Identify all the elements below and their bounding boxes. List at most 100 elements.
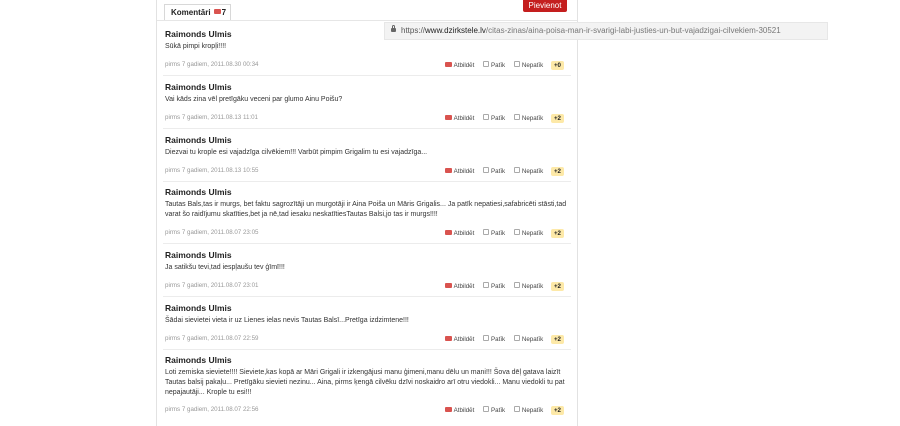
dislike-button[interactable]: Nepatīk xyxy=(513,335,544,343)
comment-actions: Atbildēt Patīk Nepatīk +0 xyxy=(438,61,564,70)
comment-item: Raimonds Ulmis Ja satikšu tevi,tad iespļ… xyxy=(165,250,568,291)
reply-icon xyxy=(444,335,452,341)
dislike-button[interactable]: Nepatīk xyxy=(513,167,544,175)
dislike-button[interactable]: Nepatīk xyxy=(513,406,544,414)
reply-icon xyxy=(444,114,452,120)
reply-icon xyxy=(444,406,452,412)
like-button[interactable]: Patīk xyxy=(483,114,506,122)
thumbs-up-icon xyxy=(483,282,490,289)
dislike-button[interactable]: Nepatīk xyxy=(513,114,544,122)
post-comment-button[interactable]: Pievienot xyxy=(523,0,567,12)
reply-label: Atbildēt xyxy=(453,62,475,69)
comment-item: Raimonds Ulmis Diezvai tu kroplе esi vaj… xyxy=(165,135,568,176)
dislike-label: Nepatīk xyxy=(521,230,544,237)
url-tooltip: https://www.dzirkstele.lv/citas-zinas/ai… xyxy=(384,22,828,40)
comment-actions: Atbildēt Patīk Nepatīk +2 xyxy=(438,167,564,176)
comment-time: pirms 7 gadiem, 2011.08.13 11:01 xyxy=(165,114,258,121)
like-label: Patīk xyxy=(491,407,506,414)
comment-score: +2 xyxy=(550,335,564,344)
like-button[interactable]: Patīk xyxy=(483,406,506,414)
page: { "tabs": { "comments_label": "Komentāri… xyxy=(0,0,900,426)
comment-author[interactable]: Raimonds Ulmis xyxy=(165,82,568,92)
dislike-label: Nepatīk xyxy=(521,336,544,343)
comment-time: pirms 7 gadiem, 2011.08.30 00:34 xyxy=(165,61,259,68)
comment-actions: Atbildēt Patīk Nepatīk +2 xyxy=(438,282,564,291)
comment-text: Loti zemiska sieviete!!!! Sieviete,kas k… xyxy=(165,369,565,396)
tab-comments[interactable]: Komentāri 7 xyxy=(164,4,231,20)
comment-time: pirms 7 gadiem, 2011.08.07 23:05 xyxy=(165,229,259,236)
reply-button[interactable]: Atbildēt xyxy=(444,61,475,69)
comment-divider xyxy=(163,128,571,129)
thumbs-down-icon xyxy=(513,114,520,121)
comment-divider xyxy=(163,181,571,182)
like-button[interactable]: Patīk xyxy=(483,282,505,290)
comment-time: pirms 7 gadiem, 2011.08.13 10:55 xyxy=(165,167,259,174)
reply-button[interactable]: Atbildēt xyxy=(444,167,475,175)
dislike-button[interactable]: Nepatīk xyxy=(513,229,544,237)
reply-button[interactable]: Atbildēt xyxy=(444,282,475,290)
like-label: Patīk xyxy=(491,168,506,175)
reply-label: Atbildēt xyxy=(453,230,475,237)
comment-divider xyxy=(163,243,571,244)
comment-author[interactable]: Raimonds Ulmis xyxy=(165,250,568,260)
tab-divider xyxy=(157,20,577,21)
dislike-label: Nepatīk xyxy=(521,407,544,414)
like-button[interactable]: Patīk xyxy=(483,167,506,175)
comment-author[interactable]: Raimonds Ulmis xyxy=(165,187,568,197)
dislike-label: Nepatīk xyxy=(521,168,544,175)
comment-time: pirms 7 gadiem, 2011.08.07 22:59 xyxy=(165,335,259,342)
dislike-label: Nepatīk xyxy=(521,283,544,290)
like-label: Patīk xyxy=(491,336,506,343)
thumbs-up-icon xyxy=(483,335,490,342)
comment-actions: Atbildēt Patīk Nepatīk +2 xyxy=(438,335,564,344)
reply-label: Atbildēt xyxy=(453,407,475,414)
reply-button[interactable]: Atbildēt xyxy=(444,406,475,414)
like-button[interactable]: Patīk xyxy=(483,229,506,237)
thumbs-up-icon xyxy=(483,229,490,236)
comment-author[interactable]: Raimonds Ulmis xyxy=(165,135,568,145)
comment-score: +2 xyxy=(550,114,564,123)
comment-score: +2 xyxy=(550,406,564,415)
thumbs-down-icon xyxy=(513,61,520,68)
comment-author[interactable]: Raimonds Ulmis xyxy=(165,303,568,313)
comment-item: Raimonds Ulmis Loti zemiska sieviete!!!!… xyxy=(165,355,568,415)
thumbs-down-icon xyxy=(513,406,520,413)
comment-divider xyxy=(163,349,571,350)
thumbs-up-icon xyxy=(483,167,490,174)
reply-icon xyxy=(444,167,452,173)
dislike-button[interactable]: Nepatīk xyxy=(513,282,544,290)
like-button[interactable]: Patīk xyxy=(483,61,505,69)
comment-item: Raimonds Ulmis Vai kāds zina vēl pretīgā… xyxy=(165,82,568,123)
like-button[interactable]: Patīk xyxy=(483,335,506,343)
url-scheme: https:// xyxy=(401,26,426,35)
comment-score: +0 xyxy=(550,61,564,70)
reply-label: Atbildēt xyxy=(453,283,475,290)
url-domain: www.dzirkstele.lv xyxy=(425,26,486,35)
like-label: Patīk xyxy=(491,230,506,237)
reply-icon xyxy=(444,61,452,67)
reply-label: Atbildēt xyxy=(453,168,475,175)
comment-score: +2 xyxy=(550,282,564,291)
thumbs-up-icon xyxy=(483,61,490,68)
reply-label: Atbildēt xyxy=(453,115,475,122)
thumbs-down-icon xyxy=(513,229,520,236)
comment-actions: Atbildēt Patīk Nepatīk +2 xyxy=(438,406,564,415)
tab-comments-label: Komentāri xyxy=(171,8,211,17)
comment-item: Raimonds Ulmis Tautas Bals,tas ir murgs,… xyxy=(165,187,568,238)
like-label: Patīk xyxy=(491,115,506,122)
url-path: /citas-zinas/aina-poisa-man-ir-svarigi-l… xyxy=(485,26,781,35)
comment-actions: Atbildēt Patīk Nepatīk +2 xyxy=(438,114,564,123)
comment-divider xyxy=(163,296,571,297)
comment-text: Vai kāds zina vēl pretīgāku veceni par g… xyxy=(165,96,343,103)
reply-button[interactable]: Atbildēt xyxy=(444,229,475,237)
reply-icon xyxy=(444,229,452,235)
thumbs-down-icon xyxy=(513,335,520,342)
thumbs-down-icon xyxy=(513,167,520,174)
dislike-label: Nepatīk xyxy=(521,115,544,122)
lock-icon xyxy=(391,24,396,32)
comment-text: Sūkā pimpi kropļi!!!! xyxy=(165,43,227,50)
reply-button[interactable]: Atbildēt xyxy=(444,114,475,122)
dislike-button[interactable]: Nepatīk xyxy=(513,61,543,69)
reply-button[interactable]: Atbildēt xyxy=(444,335,474,343)
comment-author[interactable]: Raimonds Ulmis xyxy=(165,355,568,365)
